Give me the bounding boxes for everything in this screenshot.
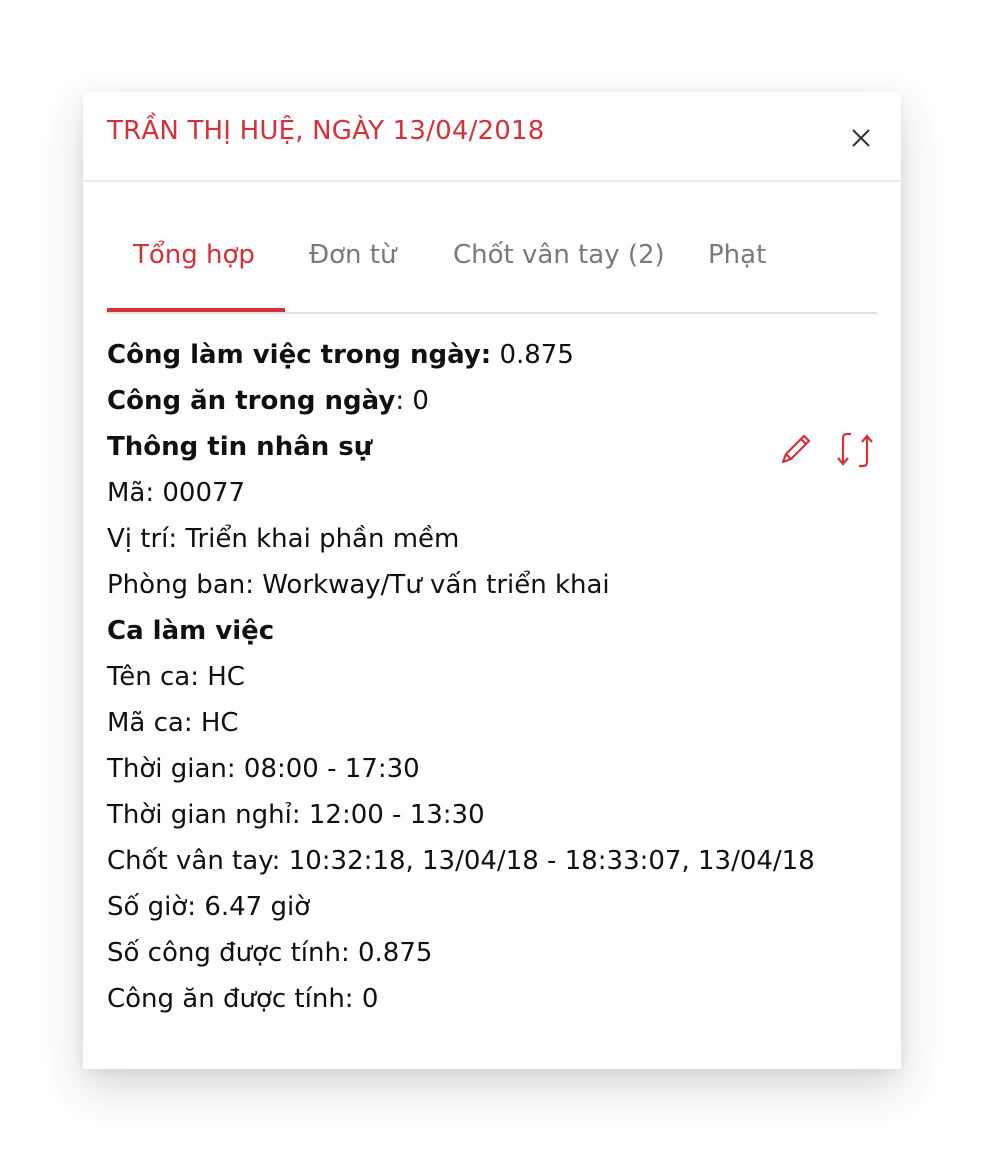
attendance-detail-modal: TRẦN THỊ HUỆ, NGÀY 13/04/2018 Tổng hợp Đ… [83,92,901,1069]
worked-hours: Số giờ: 6.47 giờ [107,892,311,922]
work-day-label: Công làm việc trong ngày: [107,340,492,370]
tab-chot-van-tay[interactable]: Chốt vân tay (2) [453,232,683,308]
tab-tong-hop[interactable]: Tổng hợp [107,232,285,312]
tab-bar: Tổng hợp Đơn từ Chốt vân tay (2) Phạt [107,232,877,314]
work-day-value: 0.875 [491,340,574,370]
employee-department: Phòng ban: Workway/Tư vấn triển khai [107,570,610,600]
tab-label: Phạt [708,240,767,270]
tab-label: Chốt vân tay (2) [453,240,665,270]
shift-break-time: Thời gian nghỉ: 12:00 - 13:30 [107,800,485,830]
fingerprint-times: Chốt vân tay: 10:32:18, 13/04/18 - 18:33… [107,846,815,876]
summary-content: Công làm việc trong ngày: 0.875 Công ăn … [107,338,877,1028]
shift-name: Tên ca: HC [107,662,245,692]
tab-label: Đơn từ [309,240,397,270]
employee-position: Vị trí: Triển khai phần mềm [107,524,460,554]
counted-work: Số công được tính: 0.875 [107,938,433,968]
shift-heading: Ca làm việc [107,616,275,646]
close-icon [852,129,870,147]
employee-code: Mã: 00077 [107,478,246,508]
tab-label: Tổng hợp [133,240,255,270]
work-day-row: Công làm việc trong ngày: 0.875 [107,338,877,384]
modal-title: TRẦN THỊ HUỆ, NGÀY 13/04/2018 [107,116,545,146]
employee-info-heading: Thông tin nhân sự [107,432,373,462]
tab-don-tu[interactable]: Đơn từ [309,232,419,308]
meal-day-label: Công ăn trong ngày [107,386,396,416]
tab-phat[interactable]: Phạt [708,232,778,308]
shift-code: Mã ca: HC [107,708,239,738]
close-button[interactable] [849,126,873,150]
modal-header: TRẦN THỊ HUỆ, NGÀY 13/04/2018 [83,92,901,182]
meal-day-value: : 0 [395,386,429,416]
shift-time: Thời gian: 08:00 - 17:30 [107,754,420,784]
meal-day-row: Công ăn trong ngày: 0 [107,384,877,430]
counted-meal: Công ăn được tính: 0 [107,984,379,1014]
